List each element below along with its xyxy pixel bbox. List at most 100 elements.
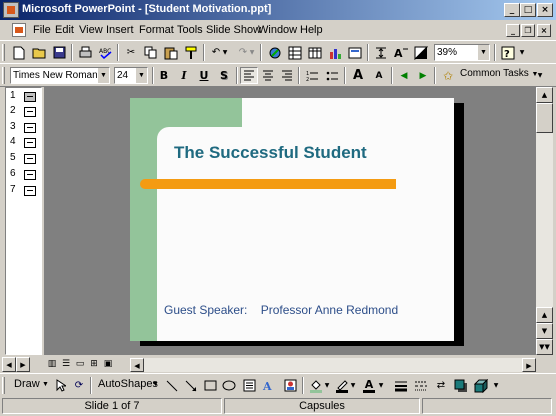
text-box-icon[interactable]	[240, 377, 258, 394]
promote-icon[interactable]: ◀	[395, 67, 413, 84]
italic-button[interactable]: I	[175, 67, 193, 84]
rectangle-tool-icon[interactable]	[201, 377, 219, 394]
outline-slide-3[interactable]: 3	[10, 121, 42, 135]
wordart-icon[interactable]: A	[260, 377, 278, 394]
insert-table-icon[interactable]	[306, 44, 324, 61]
bold-button[interactable]: B	[155, 67, 173, 84]
fill-color-dropdown-icon[interactable]: ▼	[323, 377, 331, 394]
select-objects-icon[interactable]	[52, 377, 70, 394]
doc-restore-button[interactable]: ❐	[521, 24, 535, 37]
arrow-tool-icon[interactable]	[182, 377, 200, 394]
align-center-button[interactable]	[259, 67, 277, 84]
font-size-select[interactable]: 24 ▼	[114, 67, 148, 84]
scroll-up-button[interactable]: ▲	[536, 87, 553, 103]
horizontal-scrollbar[interactable]: ◀ ▶	[130, 358, 536, 372]
minimize-button[interactable]: _	[504, 3, 520, 17]
toolbar-options-icon[interactable]: ▼	[536, 67, 544, 84]
decrease-font-size-button[interactable]: A	[370, 67, 388, 84]
print-icon[interactable]	[76, 44, 94, 61]
font-name-select[interactable]: Times New Roman ▼	[10, 67, 110, 84]
oval-tool-icon[interactable]	[220, 377, 238, 394]
outline-view-icon[interactable]: ☰	[59, 358, 73, 371]
grayscale-preview-icon[interactable]	[412, 44, 430, 61]
scroll-left-button[interactable]: ◀	[130, 358, 144, 372]
powerpoint-app-icon[interactable]	[3, 2, 19, 18]
dash-style-icon[interactable]	[412, 377, 430, 394]
copy-icon[interactable]	[142, 44, 160, 61]
free-rotate-icon[interactable]: ⟳	[70, 377, 88, 394]
menu-tools[interactable]: Tools	[177, 24, 203, 36]
slide-canvas[interactable]: The Successful Student Guest Speaker: Pr…	[130, 98, 454, 341]
normal-view-icon[interactable]: ▥	[45, 358, 59, 371]
new-slide-icon[interactable]	[346, 44, 364, 61]
arrow-style-icon[interactable]: ⇄	[432, 377, 450, 394]
align-left-button[interactable]	[240, 67, 258, 84]
undo-dropdown-icon[interactable]: ▼	[221, 44, 229, 61]
outline-slide-4[interactable]: 4	[10, 136, 42, 150]
underline-button[interactable]: U	[195, 67, 213, 84]
zoom-select[interactable]: 39% ▼	[434, 44, 490, 61]
menu-view[interactable]: View	[79, 24, 103, 36]
chevron-down-icon[interactable]: ▼	[135, 68, 147, 83]
document-icon[interactable]	[12, 23, 26, 37]
outline-pane[interactable]: 1 2 3 4 5 6 7	[5, 87, 42, 355]
numbering-button[interactable]: 12	[303, 67, 321, 84]
animation-effects-icon[interactable]: ✩	[439, 67, 457, 84]
increase-font-size-button[interactable]: A	[349, 67, 367, 84]
expand-all-icon[interactable]	[372, 44, 390, 61]
scroll-thumb[interactable]	[536, 103, 553, 133]
cut-icon[interactable]: ✂	[122, 44, 140, 61]
shadow-icon[interactable]	[452, 377, 470, 394]
menu-format[interactable]: Format	[139, 24, 174, 36]
3d-icon[interactable]	[472, 377, 490, 394]
redo-dropdown-icon[interactable]: ▼	[248, 44, 256, 61]
toolbar-grip[interactable]	[2, 44, 5, 61]
help-icon[interactable]: ?	[499, 44, 517, 61]
paste-icon[interactable]	[162, 44, 180, 61]
bullets-button[interactable]	[323, 67, 341, 84]
scroll-right-button[interactable]: ▶	[522, 358, 536, 372]
toolbar-grip[interactable]	[2, 377, 5, 394]
menu-insert[interactable]: Insert	[106, 24, 134, 36]
line-tool-icon[interactable]	[163, 377, 181, 394]
slide-sorter-view-icon[interactable]: ⊞	[87, 358, 101, 371]
tables-borders-icon[interactable]	[286, 44, 304, 61]
new-icon[interactable]	[10, 44, 28, 61]
outline-slide-1[interactable]: 1	[10, 90, 42, 104]
show-formatting-icon[interactable]: A	[392, 44, 410, 61]
toolbar-grip[interactable]	[2, 67, 5, 84]
close-button[interactable]: ×	[537, 3, 553, 17]
slide-title[interactable]: The Successful Student	[174, 143, 367, 163]
spelling-icon[interactable]: ABC	[96, 44, 114, 61]
menu-help[interactable]: Help	[300, 24, 323, 36]
scroll-up-button[interactable]: ▲	[536, 307, 553, 323]
toolbar-options-icon[interactable]: ▼	[518, 44, 526, 61]
outline-slide-2[interactable]: 2	[10, 105, 42, 119]
slide-subtitle[interactable]: Guest Speaker: Professor Anne Redmond	[164, 303, 398, 317]
line-style-icon[interactable]	[392, 377, 410, 394]
align-right-button[interactable]	[278, 67, 296, 84]
menu-window[interactable]: Window	[258, 24, 297, 36]
line-color-dropdown-icon[interactable]: ▼	[349, 377, 357, 394]
menu-file[interactable]: File	[33, 24, 51, 36]
font-color-dropdown-icon[interactable]: ▼	[377, 377, 385, 394]
vertical-scrollbar[interactable]: ▲ ▲ ▼ ▼▼	[536, 87, 553, 355]
chevron-down-icon[interactable]: ▼	[477, 45, 489, 60]
save-icon[interactable]	[50, 44, 68, 61]
menu-edit[interactable]: Edit	[55, 24, 74, 36]
doc-minimize-button[interactable]: _	[506, 24, 520, 37]
outline-slide-5[interactable]: 5	[10, 152, 42, 166]
demote-icon[interactable]: ▶	[414, 67, 432, 84]
hyperlink-icon[interactable]	[266, 44, 284, 61]
doc-close-button[interactable]: ×	[537, 24, 551, 37]
format-painter-icon[interactable]	[182, 44, 200, 61]
outline-slide-6[interactable]: 6	[10, 168, 42, 182]
toolbar-options-icon[interactable]: ▼	[492, 377, 500, 394]
common-tasks-button[interactable]: Common Tasks ▼	[460, 68, 538, 79]
font-color-button[interactable]: A	[360, 377, 378, 394]
outline-slide-7[interactable]: 7	[10, 184, 42, 198]
autoshapes-menu-button[interactable]: AutoShapes ▼	[96, 374, 160, 394]
maximize-button[interactable]: □	[520, 3, 536, 17]
slide-pane[interactable]: The Successful Student Guest Speaker: Pr…	[44, 87, 536, 355]
clip-art-icon[interactable]	[281, 377, 299, 394]
